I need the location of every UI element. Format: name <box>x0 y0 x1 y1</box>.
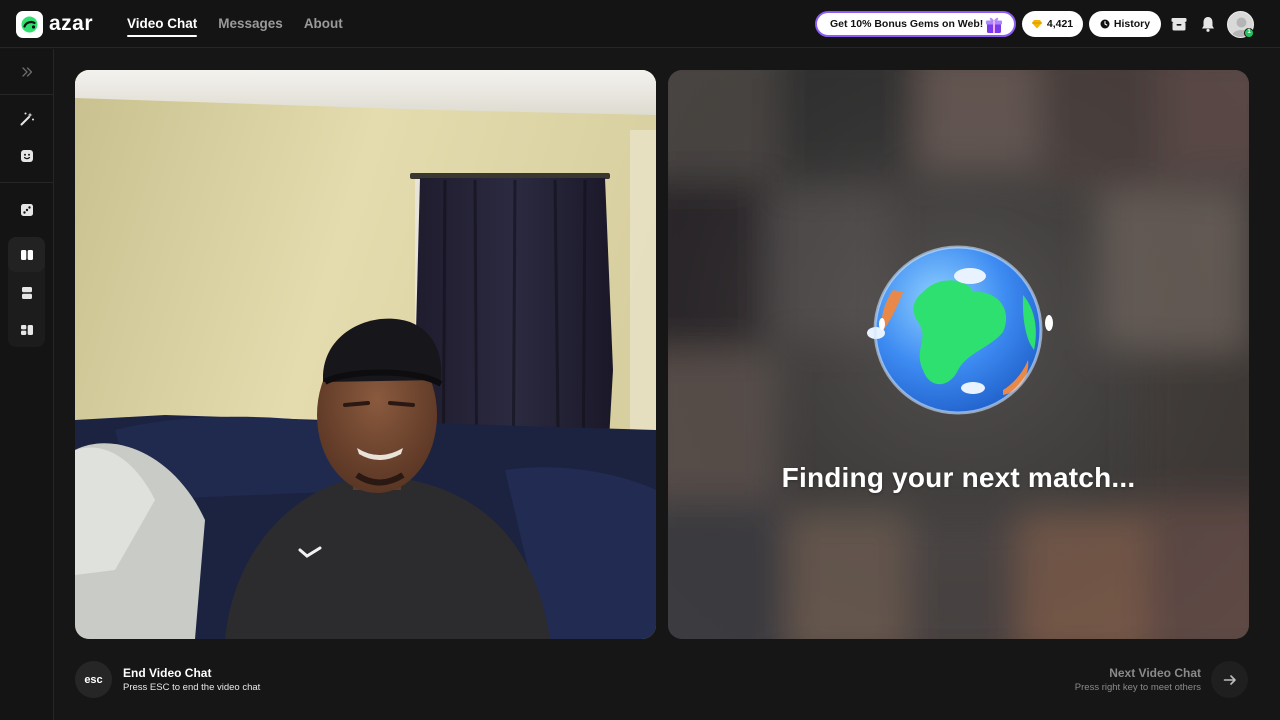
face-filter-icon <box>20 149 33 162</box>
gems-count: 4,421 <box>1046 18 1074 30</box>
online-status-badge: 1 <box>1244 28 1254 38</box>
layout-side-by-side-icon <box>20 249 33 260</box>
layout-grid-icon <box>20 324 33 335</box>
chevrons-right-icon <box>21 66 32 77</box>
gem-icon <box>1031 20 1042 29</box>
next-video-chat-hint: Press right key to meet others <box>1074 682 1201 693</box>
promo-label: Get 10% Bonus Gems on Web! <box>830 18 984 30</box>
layout-grid-button[interactable] <box>8 312 45 347</box>
sidebar <box>0 49 54 720</box>
dice-icon <box>20 203 33 216</box>
sidebar-divider <box>0 182 54 183</box>
effects-button[interactable] <box>8 101 45 136</box>
magic-wand-icon <box>20 112 34 125</box>
layout-stacked-icon <box>21 286 32 299</box>
inbox-icon[interactable] <box>1169 14 1189 34</box>
my-camera-video <box>75 70 656 639</box>
top-bar: azar Video Chat Messages About Get 10% B… <box>0 0 1280 48</box>
partner-video-placeholder: Finding your next match... <box>668 70 1249 639</box>
brand-name: azar <box>49 12 94 35</box>
gift-icon <box>986 17 1002 33</box>
end-video-chat-hint: Press ESC to end the video chat <box>123 682 261 693</box>
main-nav: Video Chat Messages About <box>127 0 343 48</box>
history-label: History <box>1113 18 1151 30</box>
end-video-chat-label: End Video Chat <box>123 666 212 680</box>
finding-match-status: Finding your next match... <box>781 462 1136 493</box>
face-filter-button[interactable] <box>8 138 45 173</box>
azar-logo[interactable]: azar <box>16 10 93 38</box>
layout-side-by-side-button[interactable] <box>8 237 45 272</box>
nav-messages[interactable]: Messages <box>218 0 283 48</box>
bell-icon[interactable] <box>1198 14 1218 34</box>
bonus-gems-promo-button[interactable]: Get 10% Bonus Gems on Web! <box>815 11 1016 37</box>
gems-balance[interactable]: 4,421 <box>1022 11 1083 37</box>
sidebar-divider <box>0 94 54 95</box>
arrow-right-icon <box>1223 674 1236 685</box>
nav-about[interactable]: About <box>304 0 343 48</box>
nav-video-chat[interactable]: Video Chat <box>127 0 198 48</box>
expand-sidebar-button[interactable] <box>8 54 45 89</box>
azar-logo-icon <box>16 10 43 38</box>
camera-feed-image <box>75 70 656 639</box>
clock-icon <box>1100 19 1110 29</box>
end-video-chat-button[interactable]: esc <box>75 661 112 698</box>
layout-stacked-button[interactable] <box>8 275 45 310</box>
next-video-chat-label: Next Video Chat <box>1109 666 1201 680</box>
history-button[interactable]: History <box>1089 11 1161 37</box>
next-video-chat-button[interactable] <box>1211 661 1248 698</box>
random-match-button[interactable] <box>8 192 45 227</box>
blurred-background-image <box>668 70 1249 639</box>
